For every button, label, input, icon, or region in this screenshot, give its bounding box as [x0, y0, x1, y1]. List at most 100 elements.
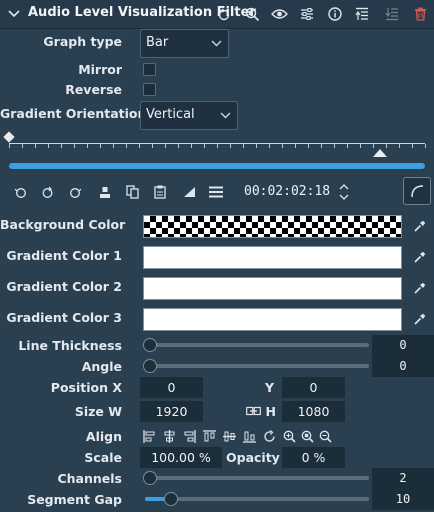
gradient-color-1-label: Gradient Color 1 — [6, 248, 122, 263]
keyframe-user-icon[interactable] — [97, 184, 113, 200]
mirror-checkbox[interactable] — [143, 63, 156, 76]
angle-value[interactable]: 0 — [372, 356, 434, 377]
timeline-tick — [152, 144, 153, 148]
timeline-tick — [204, 144, 205, 148]
graph-type-value: Bar — [146, 35, 169, 50]
rotate-reset-icon[interactable] — [262, 429, 276, 443]
curve-mode-button[interactable] — [403, 177, 431, 205]
link-ratio-icon[interactable] — [245, 405, 261, 417]
info-icon[interactable] — [327, 6, 343, 22]
timeline-tick — [87, 144, 88, 148]
previous-keyframe-icon[interactable] — [12, 184, 28, 200]
timeline-tick — [100, 144, 101, 148]
eyedropper-icon[interactable] — [412, 280, 428, 296]
channels-value[interactable]: 2 — [372, 468, 434, 489]
gradient-color-2-swatch[interactable] — [143, 277, 402, 300]
segment-gap-handle[interactable] — [164, 492, 178, 506]
zoom-out-icon[interactable] — [318, 429, 332, 443]
add-keyframe-icon[interactable] — [39, 184, 55, 200]
align-h-center-icon[interactable] — [162, 429, 176, 443]
zoom-icon[interactable] — [244, 6, 260, 22]
timecode-display[interactable]: 00:02:02:18 — [244, 184, 330, 199]
move-top-icon[interactable] — [354, 6, 370, 22]
size-h-label: H — [265, 404, 276, 419]
zoom-in-icon[interactable] — [282, 429, 296, 443]
background-color-label: Background Color — [0, 217, 126, 232]
timeline-tick — [256, 144, 257, 148]
line-thickness-value[interactable]: 0 — [372, 335, 434, 356]
timeline-range-bar — [9, 163, 425, 169]
reverse-checkbox[interactable] — [143, 83, 156, 96]
segment-gap-track[interactable] — [145, 497, 369, 501]
interpolation-ramp-icon[interactable] — [181, 184, 197, 200]
align-left-icon[interactable] — [142, 429, 156, 443]
timeline-tick — [373, 144, 374, 148]
graph-type-select[interactable]: Bar — [140, 29, 229, 58]
timeline-tick — [425, 144, 426, 148]
timeline-tick — [412, 144, 413, 148]
segment-gap-value[interactable]: 10 — [372, 489, 434, 510]
timeline-tick — [269, 144, 270, 148]
timeline-tick — [295, 144, 296, 148]
timeline-tick — [230, 144, 231, 148]
timeline-tick — [386, 144, 387, 148]
gradient-color-2-label: Gradient Color 2 — [6, 279, 122, 294]
copy-icon[interactable] — [124, 184, 140, 200]
gradient-orientation-select[interactable]: Vertical — [140, 101, 238, 130]
timeline-tick — [399, 144, 400, 148]
opacity-input[interactable]: 0 % — [282, 447, 345, 468]
delete-icon[interactable] — [412, 6, 428, 22]
size-h-input[interactable]: 1080 — [282, 401, 345, 422]
keyframe-timeline[interactable] — [3, 131, 430, 172]
move-bottom-icon — [384, 6, 400, 22]
timecode-spinner-icon[interactable] — [337, 181, 351, 203]
mirror-label: Mirror — [78, 62, 122, 77]
zoom-fit-icon[interactable] — [300, 429, 314, 443]
chevron-down-icon — [211, 30, 222, 67]
timeline-tick — [334, 144, 335, 148]
channels-handle[interactable] — [143, 471, 157, 485]
gradient-color-3-swatch[interactable] — [143, 308, 402, 331]
reset-icon[interactable] — [216, 6, 232, 22]
angle-track[interactable] — [145, 364, 369, 368]
timeline-tick — [139, 144, 140, 148]
gradient-orientation-label: Gradient Orientation — [0, 106, 147, 121]
playhead-marker[interactable] — [373, 149, 387, 157]
eye-icon[interactable] — [270, 6, 288, 22]
channels-track[interactable] — [145, 476, 369, 480]
channels-label: Channels — [57, 471, 122, 486]
align-top-icon[interactable] — [202, 429, 216, 443]
position-x-input[interactable]: 0 — [140, 377, 203, 398]
size-w-label: Size W — [74, 404, 122, 419]
timeline-tick — [113, 144, 114, 148]
eyedropper-icon[interactable] — [412, 311, 428, 327]
menu-icon[interactable] — [208, 184, 224, 200]
position-y-input[interactable]: 0 — [282, 377, 345, 398]
next-keyframe-icon[interactable] — [67, 184, 83, 200]
keyframe-start-marker[interactable] — [3, 131, 15, 143]
angle-handle[interactable] — [143, 359, 157, 373]
size-w-input[interactable]: 1920 — [140, 401, 203, 422]
background-color-swatch[interactable] — [143, 215, 402, 238]
align-v-center-icon[interactable] — [222, 429, 236, 443]
gradient-color-1-swatch[interactable] — [143, 246, 402, 269]
eyedropper-icon[interactable] — [412, 218, 428, 234]
timeline-tick — [74, 144, 75, 148]
align-right-icon[interactable] — [182, 429, 196, 443]
scale-label: Scale — [84, 450, 122, 465]
line-thickness-label: Line Thickness — [18, 338, 122, 353]
paste-icon[interactable] — [152, 184, 168, 200]
timeline-tick — [243, 144, 244, 148]
align-bottom-icon[interactable] — [242, 429, 256, 443]
line-thickness-handle[interactable] — [143, 338, 157, 352]
timeline-tick — [165, 144, 166, 148]
position-y-label: Y — [264, 380, 274, 395]
scale-input[interactable]: 100.00 % — [140, 447, 222, 468]
eyedropper-icon[interactable] — [412, 249, 428, 265]
adjust-sliders-icon[interactable] — [299, 6, 315, 22]
collapse-chevron-icon[interactable] — [6, 6, 22, 22]
opacity-label: Opacity — [226, 450, 280, 465]
timeline-tick — [191, 144, 192, 148]
angle-label: Angle — [81, 359, 122, 374]
line-thickness-track[interactable] — [145, 343, 369, 347]
